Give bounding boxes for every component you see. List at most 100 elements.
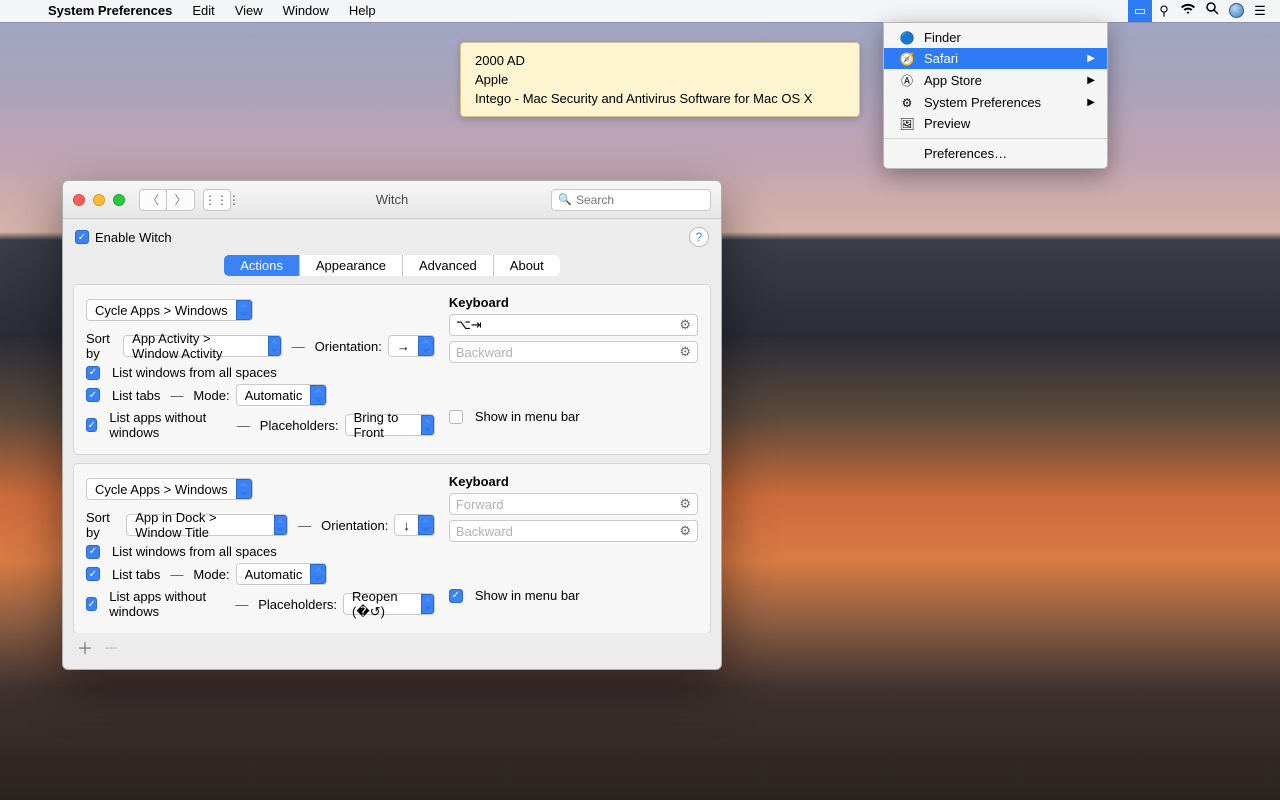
- placeholders-label: Placeholders:: [260, 418, 339, 433]
- show-all-button[interactable]: ⋮⋮⋮: [203, 189, 231, 211]
- zoom-button[interactable]: [113, 194, 125, 206]
- list-spaces-label: List windows from all spaces: [112, 544, 277, 559]
- tab-actions[interactable]: Actions: [224, 255, 300, 276]
- siri-icon[interactable]: [1224, 0, 1248, 22]
- mode-popup[interactable]: Automatic: [236, 563, 328, 585]
- search-icon: 🔍: [558, 193, 572, 206]
- finder-icon: 🔵: [898, 31, 916, 45]
- prefpane-window: 〈 〉 ⋮⋮⋮ Witch 🔍 ✓ Enable Witch ? Actions…: [62, 180, 722, 670]
- sysprefs-icon: ⚙: [898, 96, 916, 110]
- menu-help[interactable]: Help: [339, 0, 386, 22]
- menubar-extra-switcher-icon[interactable]: ▭: [1128, 0, 1152, 22]
- appstore-icon: Ⓐ: [898, 72, 916, 89]
- orientation-label: Orientation:: [321, 518, 388, 533]
- enable-label: Enable Witch: [95, 230, 172, 245]
- list-spaces-checkbox[interactable]: ✓: [86, 545, 100, 559]
- menu-edit[interactable]: Edit: [182, 0, 224, 22]
- minimize-button[interactable]: [93, 194, 105, 206]
- titlebar[interactable]: 〈 〉 ⋮⋮⋮ Witch 🔍: [63, 181, 721, 219]
- dropdown-item-finder[interactable]: 🔵 Finder: [884, 27, 1107, 48]
- dropdown-label: Preview: [924, 116, 970, 131]
- menubar: System Preferences Edit View Window Help…: [0, 0, 1280, 22]
- cycle-popup[interactable]: Cycle Apps > Windows: [86, 299, 253, 321]
- dropdown-item-preferences[interactable]: Preferences…: [884, 143, 1107, 164]
- placeholders-popup[interactable]: Reopen (�↺): [343, 593, 435, 615]
- tab-about[interactable]: About: [494, 255, 560, 276]
- show-menubar-label: Show in menu bar: [475, 409, 580, 424]
- list-tabs-label: List tabs: [112, 567, 160, 582]
- list-noapps-label: List apps without windows: [109, 410, 226, 440]
- menubar-dropdown: 🔵 Finder 🧭 Safari ▶ Ⓐ App Store ▶ ⚙ Syst…: [883, 22, 1108, 169]
- dropdown-label: Preferences…: [924, 146, 1007, 161]
- mode-label: Mode:: [193, 567, 229, 582]
- gear-icon[interactable]: ⚙: [679, 317, 691, 333]
- keyboard-forward-field[interactable]: ⌥⇥ ⚙: [449, 314, 698, 336]
- sortby-popup[interactable]: App Activity > Window Activity: [123, 335, 281, 357]
- tooltip-panel: 2000 AD Apple Intego - Mac Security and …: [460, 42, 860, 117]
- help-button[interactable]: ?: [689, 227, 709, 247]
- cycle-popup[interactable]: Cycle Apps > Windows: [86, 478, 253, 500]
- close-button[interactable]: [73, 194, 85, 206]
- show-menubar-checkbox[interactable]: ✓: [449, 589, 463, 603]
- menu-app[interactable]: System Preferences: [38, 0, 182, 22]
- show-menubar-label: Show in menu bar: [475, 588, 580, 603]
- action-group-2: Cycle Apps > Windows Sort by App in Dock…: [73, 463, 711, 633]
- dropdown-item-preview[interactable]: 🖼 Preview: [884, 113, 1107, 134]
- list-noapps-checkbox[interactable]: ✓: [86, 418, 97, 432]
- tooltip-line: Apple: [475, 70, 845, 89]
- wifi-icon[interactable]: [1176, 0, 1200, 22]
- keyboard-backward-field[interactable]: Backward ⚙: [449, 520, 698, 542]
- remove-action-button[interactable]: －: [103, 635, 119, 659]
- chevron-right-icon: ▶: [1087, 97, 1095, 108]
- traffic-lights: [73, 194, 125, 206]
- tab-advanced[interactable]: Advanced: [403, 255, 494, 276]
- dropdown-separator: [884, 138, 1107, 139]
- list-noapps-label: List apps without windows: [109, 589, 225, 619]
- notification-center-icon[interactable]: ☰: [1248, 0, 1272, 22]
- mode-label: Mode:: [193, 388, 229, 403]
- enable-checkbox[interactable]: ✓: [75, 230, 89, 244]
- chevron-right-icon: ▶: [1087, 53, 1095, 64]
- placeholders-popup[interactable]: Bring to Front: [345, 414, 435, 436]
- keyboard-forward-field[interactable]: Forward ⚙: [449, 493, 698, 515]
- orientation-label: Orientation:: [315, 339, 382, 354]
- spotlight-icon[interactable]: [1200, 0, 1224, 22]
- chevron-right-icon: ▶: [1087, 75, 1095, 86]
- mode-popup[interactable]: Automatic: [236, 384, 328, 406]
- safari-icon: 🧭: [898, 52, 916, 66]
- dropdown-item-safari[interactable]: 🧭 Safari ▶: [884, 48, 1107, 69]
- dropdown-item-appstore[interactable]: Ⓐ App Store ▶: [884, 69, 1107, 92]
- menu-view[interactable]: View: [225, 0, 273, 22]
- action-group-1: Cycle Apps > Windows Sort by App Activit…: [73, 284, 711, 455]
- back-button[interactable]: 〈: [139, 189, 167, 211]
- tooltip-line: 2000 AD: [475, 51, 845, 70]
- sortby-popup[interactable]: App in Dock > Window Title: [126, 514, 288, 536]
- menu-window[interactable]: Window: [273, 0, 339, 22]
- gear-icon[interactable]: ⚙: [679, 496, 691, 512]
- gear-icon[interactable]: ⚙: [679, 344, 691, 360]
- orientation-popup[interactable]: ↓: [394, 514, 435, 536]
- add-action-button[interactable]: ＋: [77, 635, 93, 659]
- keyboard-backward-field[interactable]: Backward ⚙: [449, 341, 698, 363]
- search-input[interactable]: [551, 189, 711, 211]
- list-spaces-checkbox[interactable]: ✓: [86, 366, 100, 380]
- list-tabs-checkbox[interactable]: ✓: [86, 388, 100, 402]
- tab-appearance[interactable]: Appearance: [300, 255, 403, 276]
- list-tabs-label: List tabs: [112, 388, 160, 403]
- sortby-label: Sort by: [86, 331, 117, 361]
- dropdown-label: App Store: [924, 73, 982, 88]
- preview-icon: 🖼: [898, 117, 916, 131]
- show-menubar-checkbox[interactable]: [449, 410, 463, 424]
- list-spaces-label: List windows from all spaces: [112, 365, 277, 380]
- bluetooth-icon[interactable]: ⚲: [1152, 0, 1176, 22]
- gear-icon[interactable]: ⚙: [679, 523, 691, 539]
- list-noapps-checkbox[interactable]: ✓: [86, 597, 97, 611]
- list-tabs-checkbox[interactable]: ✓: [86, 567, 100, 581]
- forward-button[interactable]: 〉: [167, 189, 195, 211]
- dropdown-item-sysprefs[interactable]: ⚙ System Preferences ▶: [884, 92, 1107, 113]
- orientation-popup[interactable]: →: [388, 335, 435, 357]
- keyboard-label: Keyboard: [449, 474, 698, 489]
- dropdown-label: System Preferences: [924, 95, 1041, 110]
- sortby-label: Sort by: [86, 510, 120, 540]
- keyboard-label: Keyboard: [449, 295, 698, 310]
